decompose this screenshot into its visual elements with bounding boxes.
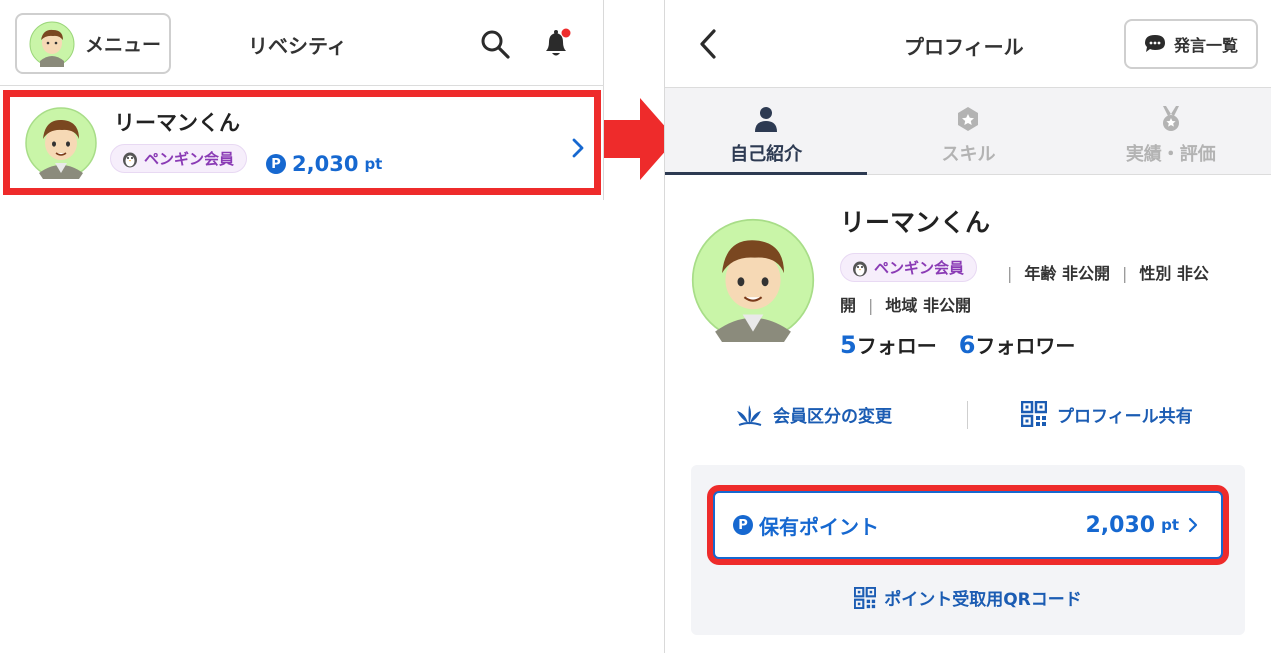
followers-label: フォロワー bbox=[975, 334, 1076, 358]
user-avatar bbox=[25, 107, 97, 183]
divider bbox=[967, 401, 968, 429]
person-icon bbox=[755, 107, 778, 132]
points-display: P 2,030 pt bbox=[266, 152, 382, 176]
user-summary-row[interactable]: リーマンくん ペンギン会員 P 2,030 pt bbox=[3, 90, 601, 195]
points-qr-label: ポイント受取用QRコード bbox=[884, 590, 1082, 610]
posts-list-label: 発言一覧 bbox=[1173, 36, 1238, 55]
points-icon: P bbox=[266, 154, 286, 174]
tab-achievements[interactable]: 実績・評価 bbox=[1070, 88, 1271, 174]
tab-skills[interactable]: スキル bbox=[867, 88, 1069, 174]
user-name: リーマンくん bbox=[114, 111, 240, 135]
profile-meta-line1: | 年齢 非公開 | 性別 非公 bbox=[995, 260, 1209, 284]
avatar-illustration bbox=[25, 107, 97, 179]
notification-dot bbox=[561, 28, 571, 38]
profile-share-label: プロフィール共有 bbox=[1057, 406, 1193, 427]
profile-share-link[interactable]: プロフィール共有 bbox=[1021, 401, 1193, 427]
medal-icon bbox=[1162, 106, 1179, 131]
points-highlight-frame: P 保有ポイント 2,030 pt bbox=[707, 485, 1229, 565]
back-chevron-icon[interactable] bbox=[697, 28, 719, 60]
region-info: 地域 非公開 bbox=[885, 296, 971, 315]
owned-points-value: 2,030 bbox=[1085, 512, 1156, 538]
menu-button[interactable]: メニュー bbox=[15, 13, 171, 74]
following-label: フォロー bbox=[856, 334, 937, 358]
owned-points-label: 保有ポイント bbox=[759, 514, 879, 539]
tab-self-intro[interactable]: 自己紹介 bbox=[665, 88, 868, 175]
main-screen: メニュー リベシティ リーマンくん ペンギン会員 P 2,030 pt bbox=[0, 0, 604, 200]
membership-badge: ペンギン会員 bbox=[840, 253, 978, 282]
top-bar: メニュー リベシティ bbox=[0, 0, 604, 86]
points-value: 2,030 bbox=[292, 152, 359, 176]
followers-count: 6 bbox=[958, 331, 976, 359]
separator: | bbox=[1007, 264, 1013, 283]
following-count: 5 bbox=[840, 331, 857, 359]
points-qr-link[interactable]: ポイント受取用QRコード bbox=[691, 585, 1245, 610]
tab-label: 自己紹介 bbox=[730, 144, 803, 165]
profile-meta-line2: 開 | 地域 非公開 bbox=[840, 292, 971, 316]
follow-stats: 5フォロー 6フォロワー bbox=[840, 330, 1075, 359]
separator: | bbox=[1121, 264, 1128, 283]
membership-badge: ペンギン会員 bbox=[110, 144, 248, 173]
membership-badge-label: ペンギン会員 bbox=[144, 150, 235, 168]
profile-actions: 会員区分の変更 プロフィール共有 bbox=[665, 393, 1271, 437]
profile-name: リーマンくん bbox=[840, 208, 991, 237]
chevron-right-icon bbox=[572, 138, 584, 158]
profile-tabs: 自己紹介 スキル 実績・評価 bbox=[665, 88, 1271, 175]
tab-label: スキル bbox=[941, 144, 996, 165]
tab-label: 実績・評価 bbox=[1125, 144, 1216, 165]
posts-list-button[interactable]: 発言一覧 bbox=[1124, 19, 1258, 69]
menu-label: メニュー bbox=[85, 34, 162, 56]
hexagon-star-icon bbox=[958, 107, 979, 131]
profile-header: プロフィール 発言一覧 bbox=[665, 0, 1271, 88]
app-title: リベシティ bbox=[248, 34, 347, 58]
profile-avatar bbox=[691, 218, 815, 346]
followers-link[interactable]: 6フォロワー bbox=[959, 330, 1076, 359]
gender-info-cont: 開 bbox=[840, 296, 857, 315]
leaf-icon bbox=[737, 405, 762, 426]
qr-code-icon bbox=[1021, 401, 1047, 427]
separator: | bbox=[868, 296, 874, 315]
chevron-right-icon bbox=[1188, 517, 1198, 533]
membership-badge-label: ペンギン会員 bbox=[874, 259, 965, 277]
penguin-icon bbox=[123, 152, 137, 167]
points-icon: P bbox=[733, 515, 753, 535]
avatar bbox=[29, 21, 75, 67]
profile-screen: プロフィール 発言一覧 自己紹介 スキル 実績・評価 リーマンくん ペンギン会員… bbox=[664, 0, 1271, 653]
speech-bubble-icon bbox=[1144, 35, 1165, 52]
membership-change-link[interactable]: 会員区分の変更 bbox=[735, 401, 892, 427]
gender-info: 性別 非公 bbox=[1139, 264, 1209, 283]
penguin-icon bbox=[853, 261, 867, 276]
qr-code-icon bbox=[854, 586, 877, 609]
owned-points-button[interactable]: P 保有ポイント 2,030 pt bbox=[713, 491, 1223, 559]
owned-points-unit: pt bbox=[1161, 516, 1179, 534]
owned-points-label-group: P 保有ポイント bbox=[733, 511, 879, 540]
membership-change-label: 会員区分の変更 bbox=[773, 406, 892, 427]
avatar-illustration bbox=[691, 218, 815, 342]
age-info: 年齢 非公開 bbox=[1024, 264, 1110, 283]
following-link[interactable]: 5フォロー bbox=[840, 330, 937, 359]
owned-points-value-group: 2,030 pt bbox=[1085, 513, 1201, 538]
points-unit: pt bbox=[364, 155, 383, 173]
points-card: P 保有ポイント 2,030 pt ポイント受取用QRコード bbox=[691, 465, 1245, 635]
bell-icon[interactable] bbox=[540, 26, 574, 60]
page-title: プロフィール bbox=[904, 35, 1024, 59]
search-icon[interactable] bbox=[479, 28, 511, 60]
